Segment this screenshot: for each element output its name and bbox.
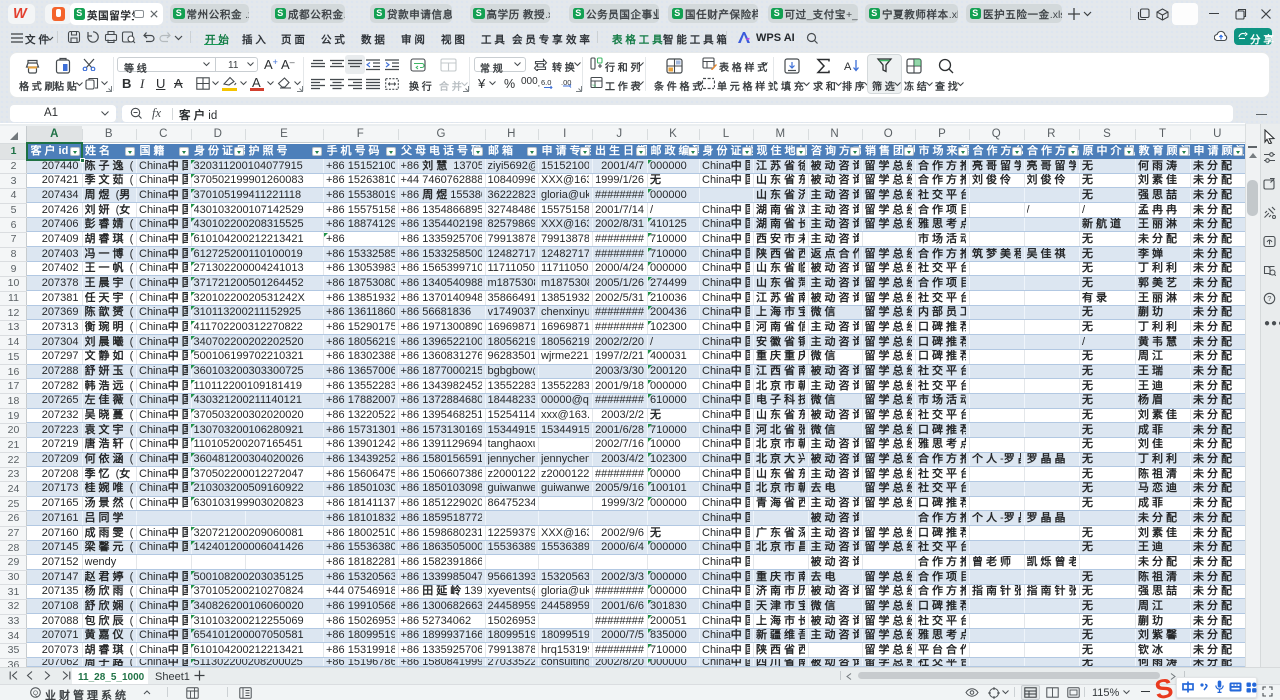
- svg-text:6.0: 6.0: [541, 78, 551, 87]
- svg-text:Q: Q: [33, 690, 38, 697]
- svg-text:A: A: [844, 61, 852, 73]
- svg-text:?: ?: [1267, 294, 1271, 303]
